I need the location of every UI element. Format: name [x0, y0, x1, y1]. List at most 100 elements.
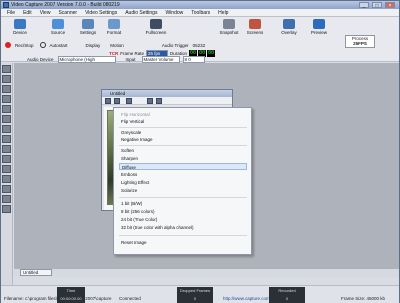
input-level-select[interactable]: 8 0 [182, 55, 205, 63]
menu-toolbars[interactable]: Toolbars [187, 10, 214, 16]
overlay-button[interactable]: Overlay [275, 19, 303, 35]
main-window: Video Capture 2007 Version 7.0.0 - Build… [0, 0, 400, 303]
menu-scanner[interactable]: Scanner [54, 10, 81, 16]
title-bar: Video Capture 2007 Version 7.0.0 - Build… [1, 1, 399, 9]
menu-edit[interactable]: Edit [19, 10, 36, 16]
frame-size-status: Frame Size: 45000 kb [341, 296, 386, 301]
print-icon[interactable] [156, 98, 162, 104]
overlay-icon [283, 19, 295, 29]
menu-item-1bit[interactable]: 1 bit (B/W) [119, 200, 247, 207]
menu-window[interactable]: Window [161, 10, 187, 16]
source-icon [52, 19, 64, 29]
website-link[interactable]: http://www.capture.com [223, 296, 270, 301]
camera-icon [223, 19, 235, 29]
tool-11-icon[interactable] [2, 165, 11, 173]
tool-9-icon[interactable] [2, 145, 11, 153]
tool-1-icon[interactable] [2, 65, 11, 73]
menu-help[interactable]: Help [214, 10, 232, 16]
recorded-value: 0 [269, 295, 305, 303]
settings-icon [82, 19, 94, 29]
device-button[interactable]: Device [7, 19, 33, 35]
menu-separator [119, 145, 247, 146]
tool-5-icon[interactable] [2, 105, 11, 113]
audio-device-label: Audio Device [27, 56, 54, 62]
tool-2-icon[interactable] [2, 75, 11, 83]
audio-trigger-label: Audio Trigger [161, 42, 189, 48]
effects-icon[interactable] [126, 98, 132, 104]
menu-item-solarize[interactable]: Solarize [119, 187, 247, 194]
minimize-button[interactable]: _ [359, 2, 369, 9]
child-toolbar [102, 97, 232, 105]
menu-bar: File Edit View Scanner Video Settings Au… [1, 9, 399, 17]
screens-button[interactable]: Screens [241, 19, 269, 35]
format-icon [108, 19, 120, 29]
window-title: Video Capture 2007 Version 7.0.0 - Build… [11, 2, 120, 8]
child-title-bar: Untitled [102, 90, 232, 97]
save-icon[interactable] [114, 98, 120, 104]
motion-button[interactable]: Motion [110, 43, 124, 48]
tab-bar: Untitled [14, 269, 399, 277]
menu-item-reset-image[interactable]: Reset Image [119, 239, 247, 246]
preview-button[interactable]: Preview [305, 19, 333, 35]
format-button[interactable]: Format [101, 19, 127, 35]
audio-device-select[interactable]: Microphone (High Definition [57, 55, 116, 68]
input-label: Input [125, 56, 136, 62]
connection-status: Connected [119, 296, 141, 301]
tool-13-icon[interactable] [2, 185, 11, 193]
tool-4-icon[interactable] [2, 95, 11, 103]
menu-file[interactable]: File [3, 10, 19, 16]
app-icon [3, 2, 9, 8]
snapshot-button[interactable]: Snapshot [215, 19, 243, 35]
autostart-button[interactable]: Autostart [50, 43, 68, 48]
maximize-button[interactable]: □ [372, 2, 382, 9]
duration-seconds[interactable]: 00 [207, 49, 216, 57]
tool-3-icon[interactable] [2, 85, 11, 93]
tool-15-icon[interactable] [2, 205, 11, 213]
open-icon[interactable] [105, 98, 111, 104]
fullscreen-button[interactable]: Fullscreen [141, 19, 171, 35]
menu-separator [119, 197, 247, 198]
tab-untitled[interactable]: Untitled [20, 269, 52, 276]
copy-icon[interactable] [147, 98, 153, 104]
menu-item-sharpen[interactable]: Sharpen [119, 155, 247, 162]
menu-view[interactable]: View [36, 10, 55, 16]
effects-menu: Flip Horizontal Flip Vertical Greyscale … [113, 107, 252, 255]
menu-item-soften[interactable]: Soften [119, 147, 247, 154]
record-icon[interactable] [5, 42, 11, 48]
tool-8-icon[interactable] [2, 135, 11, 143]
audio-trigger-value: 05232 [192, 42, 206, 48]
time-value: 00:00:00.00 [57, 295, 85, 303]
menu-item-8bit[interactable]: 8 bit (256 colors) [119, 208, 247, 215]
recorded-label: Recorded [269, 287, 305, 295]
close-button[interactable]: × [385, 2, 395, 9]
tool-14-icon[interactable] [2, 195, 11, 203]
main-toolbar: Device Source Settings Format Fullscreen… [1, 17, 399, 68]
menu-item-emboss[interactable]: Emboss [119, 171, 247, 178]
input-select[interactable]: Master Volume [141, 55, 180, 63]
tool-6-icon[interactable] [2, 115, 11, 123]
source-button[interactable]: Source [45, 19, 71, 35]
menu-item-flip-horizontal[interactable]: Flip Horizontal [119, 111, 247, 118]
rec-stop-label[interactable]: Rec/Stop [15, 43, 34, 48]
screens-icon [249, 19, 261, 29]
menu-item-lighting-effect[interactable]: Lighting Effect [119, 179, 247, 186]
menu-item-negative-image[interactable]: Negative Image [119, 136, 247, 143]
display-button[interactable]: Display [86, 43, 101, 48]
menu-item-32bit[interactable]: 32 bit (true color with alpha channel) [119, 224, 247, 231]
menu-video-settings[interactable]: Video Settings [81, 10, 121, 16]
dropped-frames-label: Dropped Frames [177, 287, 213, 295]
menu-item-diffuse[interactable]: Diffuse [119, 163, 247, 170]
menu-item-flip-vertical[interactable]: Flip Vertical [119, 118, 247, 125]
menu-separator [119, 235, 247, 236]
menu-item-24bit[interactable]: 24 bit (True Color) [119, 216, 247, 223]
dropped-frames-value: 0 [177, 295, 213, 303]
menu-audio-settings[interactable]: Audio Settings [121, 10, 161, 16]
tool-7-icon[interactable] [2, 125, 11, 133]
settings-button[interactable]: Settings [75, 19, 101, 35]
fullscreen-icon [150, 19, 162, 29]
tool-12-icon[interactable] [2, 175, 11, 183]
menu-item-greyscale[interactable]: Greyscale [119, 129, 247, 136]
tool-10-icon[interactable] [2, 155, 11, 163]
menu-separator [119, 127, 247, 128]
status-bar: Filename: c:\program files\video capture… [1, 285, 399, 303]
